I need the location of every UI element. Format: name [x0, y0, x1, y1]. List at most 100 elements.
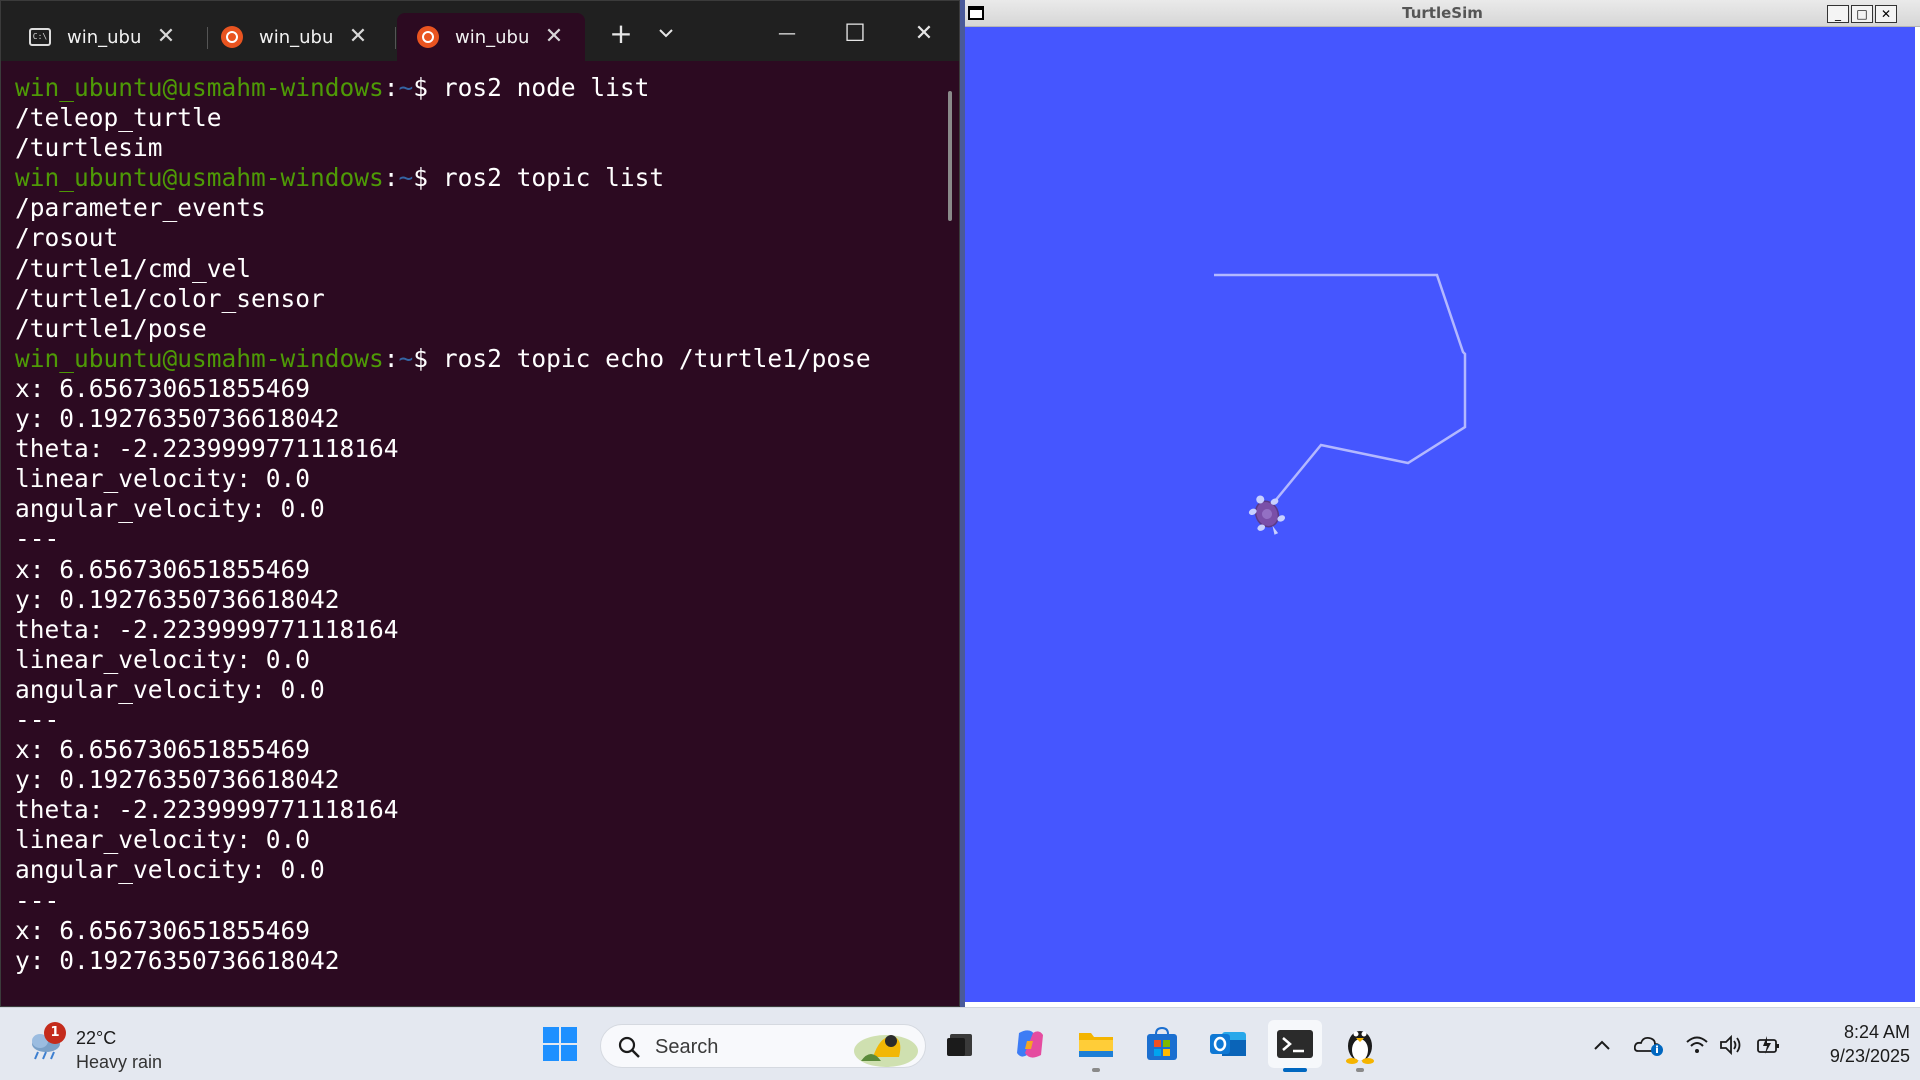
terminal-output-line: ---: [15, 704, 60, 734]
turtle-pen-trail: [1214, 273, 1467, 502]
terminal-output-line: /turtle1/color_sensor: [15, 283, 325, 313]
terminal-window: C:\ win_ubuntu ✕ win_ubuntu ✕ win_ubuntu…: [0, 0, 960, 1007]
terminal-output-line: theta: -2.2239999771118164: [15, 614, 399, 644]
prompt-dollar: $: [413, 163, 443, 193]
outlook-icon: [1210, 1032, 1246, 1056]
prompt-path: ~: [398, 163, 414, 193]
clock-date: 9/23/2025: [1829, 1046, 1910, 1066]
terminal-output-line: /rosout: [15, 223, 119, 253]
weather-description: Heavy rain: [76, 1052, 163, 1072]
search-icon: [618, 1036, 640, 1058]
prompt-user: win_ubuntu@usmahm-windows: [15, 343, 384, 373]
copilot-button[interactable]: [1006, 1020, 1054, 1068]
terminal-output-line: /parameter_events: [15, 193, 266, 223]
wifi-icon: [1686, 1036, 1708, 1053]
terminal-output[interactable]: win_ubuntu@usmahm-windows:~$ ros2 node l…: [15, 73, 945, 999]
windows-start-icon: [543, 1027, 577, 1061]
prompt-colon: :: [383, 73, 399, 102]
maximize-button[interactable]: ☐: [831, 13, 879, 53]
running-indicator: [1356, 1068, 1364, 1072]
terminal-output-line: angular_velocity: 0.0: [15, 674, 325, 704]
terminal-output-line: y: 0.19276350736618042: [15, 765, 340, 795]
prompt-colon: :: [383, 163, 399, 193]
terminal-output-line: theta: -2.2239999771118164: [15, 795, 399, 825]
taskbar-search[interactable]: Search: [600, 1024, 926, 1068]
terminal-scrollbar[interactable]: [948, 91, 952, 221]
terminal-output-line: y: 0.19276350736618042: [15, 584, 340, 614]
tab-separator: [395, 27, 396, 49]
turtlesim-window: TurtleSim _ □ ✕: [965, 0, 1920, 1007]
wifi-button[interactable]: [1682, 1030, 1712, 1060]
tab-3-active[interactable]: win_ubuntu ✕: [397, 13, 585, 61]
search-highlight-image: [854, 1035, 918, 1067]
terminal-prompt-line: win_ubuntu@usmahm-windows:~$ ros2 topic …: [15, 344, 945, 374]
close-button[interactable]: ✕: [899, 13, 949, 53]
terminal-output-line: linear_velocity: 0.0: [15, 825, 311, 855]
terminal-output-line: theta: -2.2239999771118164: [15, 434, 399, 464]
terminal-output-line: /turtle1/pose: [15, 313, 207, 343]
volume-icon: [1720, 1034, 1741, 1056]
terminal-prompt-line: win_ubuntu@usmahm-windows:~$ ros2 topic …: [15, 163, 945, 193]
onedrive-button[interactable]: [1634, 1030, 1664, 1060]
terminal-output-line: x: 6.656730651855469: [15, 735, 311, 765]
active-indicator: [1283, 1068, 1307, 1072]
turtlesim-close-button[interactable]: ✕: [1875, 5, 1897, 23]
weather-widget[interactable]: 1 22°C Heavy rain: [24, 1016, 174, 1072]
prompt-command: ros2 node list: [442, 73, 650, 102]
tab-label: win_ubuntu: [259, 26, 335, 48]
prompt-command: ros2 topic echo /turtle1/pose: [442, 343, 871, 373]
tab-dropdown-button[interactable]: [646, 13, 686, 53]
tab-label: win_ubuntu: [455, 26, 531, 48]
battery-icon: [1757, 1036, 1779, 1054]
microsoft-store-icon: [1147, 1026, 1177, 1060]
task-view-button[interactable]: [936, 1020, 984, 1068]
taskbar: 1 22°C Heavy rain Search 8:24 AM 9/23/20…: [0, 1007, 1920, 1080]
prompt-dollar: $: [413, 343, 443, 373]
outlook-button[interactable]: [1204, 1020, 1252, 1068]
turtlesim-maximize-button[interactable]: □: [1851, 5, 1873, 23]
volume-button[interactable]: [1716, 1030, 1746, 1060]
prompt-path: ~: [398, 343, 414, 373]
tab-close-icon[interactable]: ✕: [543, 26, 565, 48]
new-tab-button[interactable]: +: [601, 13, 641, 53]
copilot-icon: [1017, 1030, 1043, 1058]
terminal-output-line: /turtlesim: [15, 133, 163, 163]
terminal-output-line: x: 6.656730651855469: [15, 915, 311, 945]
tab-2[interactable]: win_ubuntu ✕: [201, 13, 393, 61]
prompt-path: ~: [398, 73, 414, 102]
prompt-user: win_ubuntu@usmahm-windows: [15, 73, 384, 102]
tab-1[interactable]: C:\ win_ubuntu ✕: [9, 13, 205, 61]
prompt-user: win_ubuntu@usmahm-windows: [15, 163, 384, 193]
cmd-icon: C:\: [29, 26, 51, 48]
terminal-output-line: /teleop_turtle: [15, 103, 222, 133]
terminal-output-line: angular_velocity: 0.0: [15, 494, 325, 524]
turtlesim-minimize-button[interactable]: _: [1827, 5, 1849, 23]
turtlesim-canvas: [965, 27, 1915, 1002]
system-clock[interactable]: 8:24 AM 9/23/2025: [1800, 1020, 1910, 1068]
terminal-output-line: y: 0.19276350736618042: [15, 945, 340, 975]
file-explorer-button[interactable]: [1072, 1020, 1120, 1072]
terminal-output-line: linear_velocity: 0.0: [15, 464, 311, 494]
tab-close-icon[interactable]: ✕: [347, 26, 369, 48]
linux-tux-icon: [1346, 1031, 1374, 1064]
prompt-dollar: $: [413, 73, 443, 102]
terminal-output-line: ---: [15, 885, 60, 915]
terminal-output-line: ---: [15, 524, 60, 554]
turtle-icon: [1248, 495, 1286, 535]
chevron-up-icon: [1594, 1040, 1610, 1050]
chevron-down-icon: [659, 29, 673, 38]
store-button[interactable]: [1138, 1020, 1186, 1068]
tab-close-icon[interactable]: ✕: [155, 26, 177, 48]
prompt-colon: :: [383, 343, 399, 373]
terminal-taskbar-button[interactable]: [1268, 1020, 1322, 1072]
ubuntu-icon: [221, 26, 243, 48]
terminal-output-line: /turtle1/cmd_vel: [15, 253, 252, 283]
clock-time: 8:24 AM: [1843, 1022, 1910, 1042]
minimize-button[interactable]: —: [763, 13, 811, 53]
show-hidden-icons-button[interactable]: [1587, 1030, 1617, 1060]
linux-app-button[interactable]: [1336, 1020, 1384, 1072]
prompt-command: ros2 topic list: [442, 163, 665, 193]
start-button[interactable]: [536, 1020, 584, 1068]
turtlesim-titlebar[interactable]: TurtleSim _ □ ✕: [965, 0, 1920, 27]
battery-button[interactable]: [1754, 1030, 1784, 1060]
